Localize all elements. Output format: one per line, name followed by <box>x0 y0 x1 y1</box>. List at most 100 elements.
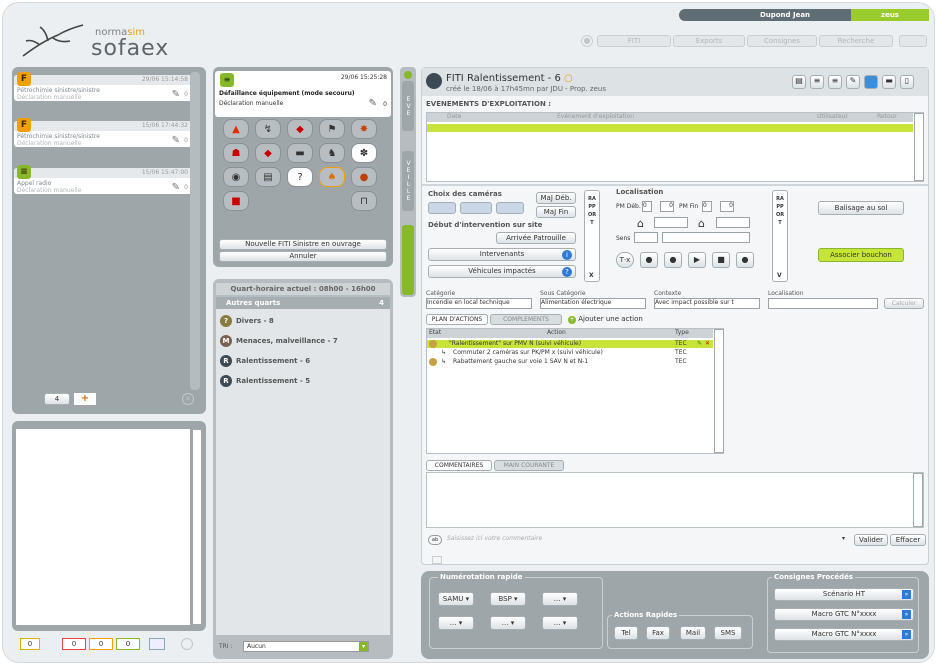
snow-icon[interactable]: ✽ <box>351 143 377 163</box>
footer-count-green[interactable]: 0 <box>116 638 140 650</box>
add-button[interactable]: + <box>74 393 96 405</box>
intervenants-button[interactable]: Intervenants i <box>428 248 576 261</box>
nav-exports[interactable]: Exports <box>673 35 745 47</box>
home-icon[interactable]: ● <box>581 35 593 47</box>
roadwork-icon[interactable]: ♠ <box>319 167 345 187</box>
dial-select-6[interactable]: ... ▾ <box>542 616 578 630</box>
trash-icon[interactable]: ▯ <box>900 75 914 89</box>
fire-icon[interactable]: ▲ <box>223 119 249 139</box>
location-start-field[interactable] <box>654 217 688 228</box>
tab-main-courante[interactable]: MAIN COURANTE <box>494 460 564 471</box>
nav-recherche[interactable]: Recherche <box>819 35 893 47</box>
location-end-field[interactable] <box>716 217 750 228</box>
tab-veille[interactable]: VEILLE <box>402 151 414 211</box>
dial-select-4[interactable]: ... ▾ <box>438 616 474 630</box>
doc-icon[interactable]: ▤ <box>792 75 806 89</box>
tab-eve[interactable]: EVE <box>402 81 414 131</box>
rapport-x[interactable]: X <box>589 272 594 279</box>
camera-btn-2[interactable] <box>460 202 492 214</box>
pen-icon[interactable]: ✎ <box>369 98 377 109</box>
alert-card[interactable]: 29/06 15:14:58 F Pétrochimie sinistre/si… <box>14 72 192 101</box>
unknown-icon[interactable]: ? <box>287 167 313 187</box>
pen-icon[interactable]: ✎ <box>172 135 180 146</box>
list-item[interactable]: M Menaces, malveillance - 7 <box>220 334 338 348</box>
stop-icon[interactable]: ■ <box>712 252 730 268</box>
rubble-icon[interactable]: ● <box>351 167 377 187</box>
tx-icon[interactable]: T·x <box>616 252 634 268</box>
dial-select-3[interactable]: ... ▾ <box>542 592 578 606</box>
nav-fiti[interactable]: FITI <box>597 35 671 47</box>
categorie-select[interactable]: Incendie en local technique <box>426 298 532 309</box>
maj-deb-button[interactable]: MaJ Déb. <box>536 192 576 204</box>
nav-consignes[interactable]: Consignes <box>747 35 817 47</box>
jam-icon[interactable]: ◉ <box>223 167 249 187</box>
maj-fin-button[interactable]: MaJ Fin <box>536 206 576 218</box>
pedestrian-icon[interactable]: ☗ <box>223 143 249 163</box>
list-icon[interactable]: ≡ <box>810 75 824 89</box>
accident-icon[interactable]: ✸ <box>351 119 377 139</box>
sort-select[interactable]: Aucun ▾ <box>243 641 369 652</box>
camera-btn-3[interactable] <box>496 202 524 214</box>
pm-fin-offset[interactable]: 0 <box>720 201 734 212</box>
nav-extra[interactable] <box>899 35 927 47</box>
rewind-icon[interactable]: ● <box>664 252 682 268</box>
scrollbar[interactable] <box>914 113 924 181</box>
vehicules-button[interactable]: Véhicules impactés? <box>428 265 576 278</box>
rapport-v[interactable]: V <box>777 272 782 279</box>
map-icon[interactable] <box>864 75 878 89</box>
edit-icon[interactable]: ✎ <box>846 75 860 89</box>
effacer-button[interactable]: Effacer <box>890 534 926 546</box>
list-item[interactable]: R Ralentissement - 5 <box>220 374 310 388</box>
tel-button[interactable]: Tel <box>614 626 638 640</box>
sms-button[interactable]: SMS <box>714 626 742 640</box>
valider-button[interactable]: Valider <box>854 534 888 546</box>
dial-select-samu[interactable]: SAMU ▾ <box>438 592 474 606</box>
pm-deb-field[interactable]: 0 <box>642 201 652 212</box>
profile-badge[interactable]: zeus <box>851 9 929 21</box>
pm-fin-field[interactable]: 0 <box>702 201 712 212</box>
group-header[interactable]: Autres quarts 4 <box>216 297 390 309</box>
print-icon[interactable]: ▬ <box>882 75 896 89</box>
dial-select-5[interactable]: ... ▾ <box>490 616 526 630</box>
list-item[interactable]: ? Divers - 8 <box>220 314 274 328</box>
crash-icon[interactable]: ◆ <box>255 143 281 163</box>
settings-circle-icon[interactable] <box>181 638 193 650</box>
add-action-link[interactable]: + Ajouter une action <box>568 315 643 324</box>
delete-icon[interactable]: ✕ <box>705 340 710 348</box>
tab-plan-actions[interactable]: PLAN D'ACTIONS <box>426 314 488 325</box>
contexte-select[interactable]: Avec impact possible sur t <box>654 298 760 309</box>
scrollbar[interactable] <box>913 473 923 527</box>
alert-card[interactable]: 15/06 17:44:32 F Pétrochimie sinistre/si… <box>14 118 192 147</box>
chevron-down-icon[interactable]: ▾ <box>842 535 850 545</box>
tab-commentaires[interactable]: COMMENTAIRES <box>426 460 492 471</box>
table-row[interactable]: ↳ Rabattement gauche sur voie 1 SAV N et… <box>427 358 713 366</box>
mail-button[interactable]: Mail <box>680 626 706 640</box>
footer-count-red[interactable]: 0 <box>62 638 86 650</box>
record-icon[interactable]: ● <box>640 252 658 268</box>
vehicle-icon[interactable]: ◆ <box>287 119 313 139</box>
sous-categorie-select[interactable]: Alimentation électrique <box>540 298 646 309</box>
bus-icon[interactable]: ▤ <box>255 167 281 187</box>
incident-card[interactable]: ≡ 29/06 15:25:28 Défaillance équipement … <box>215 71 391 117</box>
fax-button[interactable]: Fax <box>646 626 670 640</box>
footer-count-orange[interactable]: 0 <box>89 638 113 650</box>
table-row[interactable]: "Ralentissement" sur PMV N (suivi véhicu… <box>427 340 713 348</box>
arrivee-patrouille-button[interactable]: Arrivée Patrouille <box>496 232 576 244</box>
pager-value[interactable]: 4 <box>44 393 70 405</box>
scrollbar[interactable] <box>714 329 724 453</box>
animal-icon[interactable]: ♞ <box>319 143 345 163</box>
new-fiti-button[interactable]: Nouvelle FITI Sinistre en ouvrage <box>219 239 387 250</box>
sens-detail-field[interactable] <box>662 232 750 243</box>
calculer-button[interactable]: Calculer <box>884 298 924 309</box>
localisation-field[interactable] <box>768 298 878 309</box>
tow-icon[interactable]: ↯ <box>255 119 281 139</box>
table-row[interactable] <box>427 124 913 132</box>
checkbox[interactable] <box>432 556 442 564</box>
tab-complements[interactable]: COMPLEMENTS <box>490 314 562 325</box>
window-icon[interactable] <box>149 638 165 650</box>
slow-icon[interactable]: ⚑ <box>319 119 345 139</box>
balisage-button[interactable]: Balisage au sol <box>818 201 904 215</box>
alert-card[interactable]: 15/06 15:47:00 ≡ Appel radio Déclaration… <box>14 165 192 194</box>
dial-select-bsp[interactable]: BSP ▾ <box>490 592 526 606</box>
next-icon[interactable]: ● <box>736 252 754 268</box>
